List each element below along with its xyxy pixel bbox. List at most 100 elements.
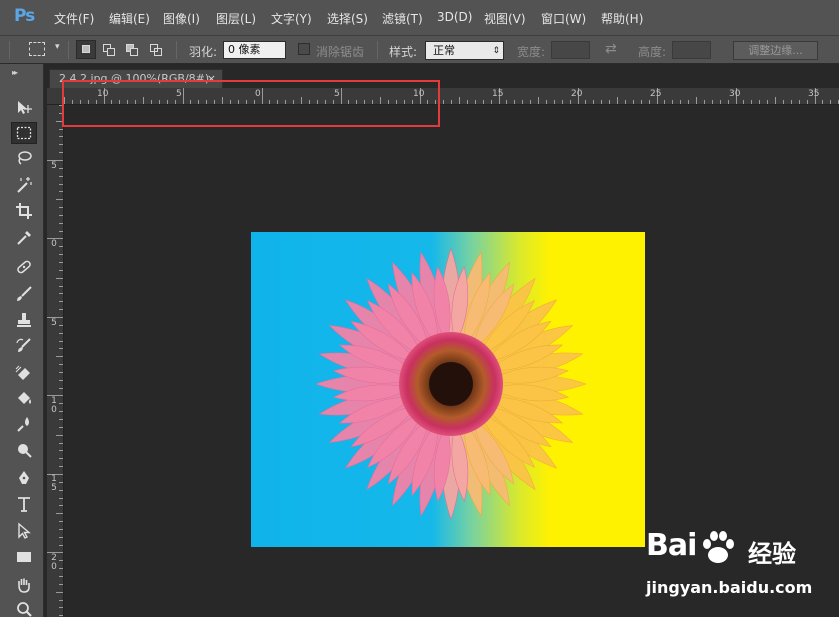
menu-layer[interactable]: 图层(L)	[216, 10, 256, 27]
vertical-ruler[interactable]: 5 0 5 1 0 1 5 2 0	[47, 105, 64, 617]
menu-file[interactable]: 文件(F)	[54, 10, 94, 27]
ruler-tick	[482, 100, 484, 104]
menu-filter[interactable]: 滤镜(T)	[382, 10, 423, 27]
ruler-label: 2 0	[51, 553, 57, 572]
hand-tool[interactable]	[11, 574, 37, 596]
eraser-tool[interactable]	[11, 361, 37, 383]
image-canvas[interactable]	[251, 232, 645, 547]
feather-input[interactable]: 0 像素	[223, 41, 286, 59]
menu-type[interactable]: 文字(Y)	[271, 10, 312, 27]
feather-label: 羽化:	[189, 45, 218, 59]
ruler-tick	[56, 591, 63, 593]
ruler-label: 20	[571, 89, 583, 99]
options-separator	[68, 41, 69, 59]
preset-dropdown-arrow-icon[interactable]: ▾	[55, 42, 60, 52]
ruler-tick	[56, 277, 63, 279]
watermark-product: 经验	[748, 540, 796, 568]
refine-edge-button[interactable]: 调整边缘...	[733, 41, 818, 60]
menu-view[interactable]: 视图(V)	[484, 10, 526, 27]
ruler-tick	[59, 497, 63, 499]
ruler-tick	[59, 301, 63, 303]
intersect-selection-button[interactable]	[146, 40, 166, 59]
brush-tool[interactable]	[11, 283, 37, 305]
magic-wand-tool[interactable]	[11, 174, 37, 196]
bandage-icon	[17, 260, 31, 274]
menu-help[interactable]: 帮助(H)	[601, 10, 643, 27]
move-icon	[18, 101, 32, 114]
ruler-tick	[601, 100, 603, 104]
ruler-tick	[806, 100, 808, 104]
ruler-tick	[443, 100, 445, 104]
ruler-tick	[59, 285, 63, 287]
menu-3d[interactable]: 3D(D)	[437, 10, 472, 24]
ruler-tick	[561, 100, 563, 104]
gerbera-flower-image	[315, 248, 587, 520]
ruler-tick	[59, 607, 63, 609]
ruler-tick	[451, 100, 453, 104]
history-brush-tool[interactable]	[11, 335, 37, 357]
clone-stamp-tool[interactable]	[11, 309, 37, 331]
watermark-brand: Bai	[646, 528, 697, 563]
width-input[interactable]	[551, 41, 590, 59]
ruler-tick	[759, 100, 761, 104]
dodge-tool[interactable]	[11, 440, 37, 462]
ruler-tick	[624, 100, 626, 104]
blur-tool[interactable]	[11, 413, 37, 435]
ruler-label: 1 0	[51, 396, 57, 415]
eyedropper-tool[interactable]	[11, 227, 37, 249]
ruler-tick	[767, 100, 769, 104]
options-grip	[9, 41, 10, 59]
ruler-label: 5	[51, 318, 57, 328]
collapse-arrows-icon[interactable]: ▸▸	[12, 68, 18, 77]
ruler-tick	[59, 505, 63, 507]
ruler-tick	[459, 97, 460, 104]
swap-arrows-icon[interactable]: ⇄	[605, 41, 617, 57]
options-separator	[377, 41, 378, 59]
ruler-label: 30	[729, 89, 741, 99]
ruler-tick	[59, 466, 63, 468]
ruler-tick	[593, 100, 595, 104]
ruler-tick	[743, 100, 745, 104]
ruler-tick	[59, 128, 63, 130]
stamp-icon	[17, 313, 31, 327]
width-label: 宽度:	[517, 45, 546, 59]
height-label: 高度:	[638, 45, 667, 59]
new-selection-button[interactable]	[76, 40, 96, 59]
options-bar: ▾ 羽化: 0 像素 消除锯齿 样式: 正常 ⇕ 宽度: ⇄ 高度: 调整边缘.…	[0, 36, 839, 64]
rect-marquee-preset-icon[interactable]	[29, 42, 45, 56]
menu-image[interactable]: 图像(I)	[163, 10, 200, 27]
crop-tool[interactable]	[11, 200, 37, 222]
annotation-highlight	[62, 80, 440, 127]
ruler-tick	[59, 262, 63, 263]
rectangle-tool[interactable]	[11, 546, 37, 568]
add-selection-button[interactable]	[99, 40, 119, 59]
menu-window[interactable]: 窗口(W)	[541, 10, 586, 27]
flower-core	[429, 362, 473, 406]
menu-select[interactable]: 选择(S)	[327, 10, 368, 27]
path-selection-tool[interactable]	[11, 520, 37, 542]
pen-tool[interactable]	[11, 467, 37, 489]
add-selection-icon-part	[107, 48, 115, 56]
ruler-tick	[59, 387, 63, 389]
antialias-checkbox[interactable]	[298, 43, 310, 55]
type-tool[interactable]	[11, 493, 37, 515]
height-input[interactable]	[672, 41, 711, 59]
move-tool[interactable]	[11, 97, 37, 119]
ruler-tick	[664, 100, 666, 104]
rect-marquee-tool[interactable]	[11, 122, 37, 144]
ruler-label: 25	[650, 89, 662, 99]
ruler-tick	[522, 100, 524, 104]
pen-icon	[19, 471, 29, 484]
ruler-tick	[56, 513, 63, 515]
subtract-selection-button[interactable]	[122, 40, 142, 59]
menu-edit[interactable]: 编辑(E)	[109, 10, 150, 27]
zoom-tool[interactable]	[11, 598, 37, 617]
healing-brush-tool[interactable]	[11, 256, 37, 278]
drop-icon	[17, 417, 29, 432]
ruler-tick	[822, 100, 824, 104]
paint-bucket-tool[interactable]	[11, 387, 37, 409]
style-select[interactable]: 正常 ⇕	[425, 41, 504, 60]
ruler-tick	[59, 442, 63, 444]
ruler-tick	[775, 97, 776, 104]
lasso-tool[interactable]	[11, 147, 37, 169]
